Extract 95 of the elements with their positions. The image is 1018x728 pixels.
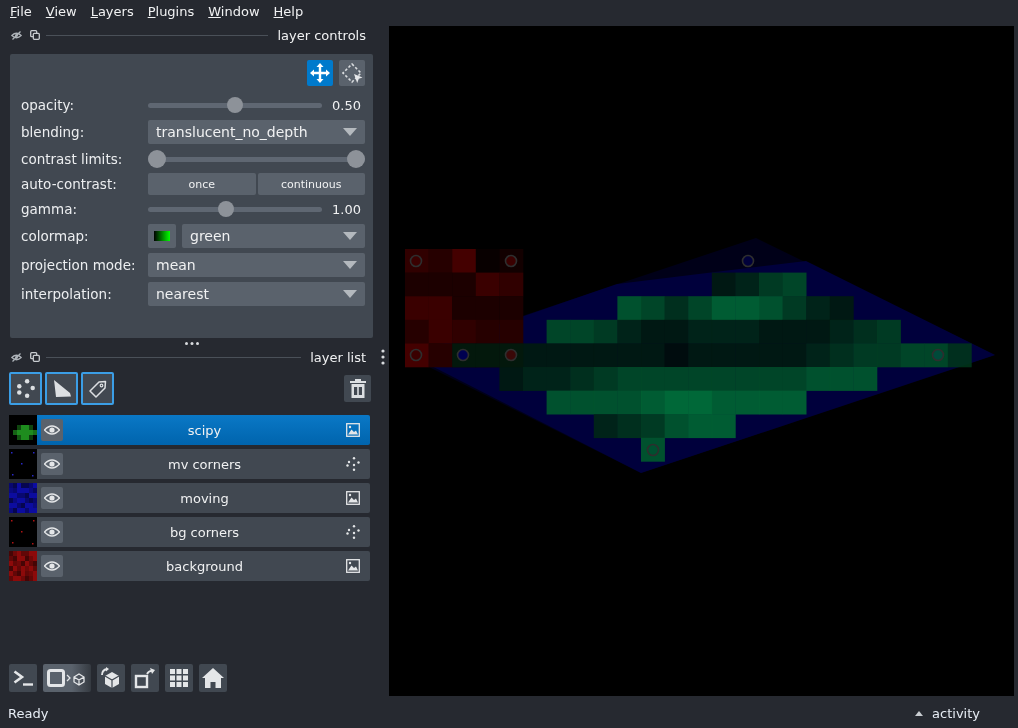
control-label: contrast limits:: [21, 150, 124, 169]
float-window-icon[interactable]: [30, 352, 40, 362]
dropdown[interactable]: nearest: [148, 282, 365, 306]
slider-handle[interactable]: [227, 97, 243, 113]
terminal-prompt-icon: [13, 670, 33, 686]
visibility-toggle[interactable]: [41, 453, 63, 475]
control-label: gamma:: [21, 200, 78, 219]
control-label: projection mode:: [21, 256, 137, 275]
scattered-dots-icon: [346, 525, 360, 539]
caret-up-icon: [915, 710, 924, 716]
new-shapes-button[interactable]: [45, 372, 78, 405]
menu-item[interactable]: Layers: [83, 3, 141, 21]
layer-name: moving: [179, 490, 230, 506]
menu-item[interactable]: View: [38, 3, 84, 21]
image-icon: [346, 559, 360, 573]
square-arrow-icon: [134, 667, 156, 689]
slider-value: 1.00: [331, 201, 362, 217]
dropdown[interactable]: mean: [148, 253, 365, 277]
square-to-cube-icon: [47, 669, 87, 687]
control-label: opacity:: [21, 96, 76, 115]
delete-button[interactable]: [344, 375, 371, 402]
layer-item[interactable]: bg corners: [9, 517, 370, 547]
cube-arrow-icon: [100, 667, 122, 689]
home-icon: [202, 668, 224, 688]
layer-name: scipy: [186, 422, 223, 438]
option-button[interactable]: once: [148, 173, 256, 195]
caret-down-icon: [343, 261, 357, 269]
gradient-icon: [154, 231, 170, 241]
menu-item[interactable]: Window: [201, 3, 267, 21]
layer-name: mv corners: [166, 456, 243, 472]
polygon-icon: [52, 380, 71, 397]
layer-thumbnail: [9, 449, 37, 479]
transpose-button[interactable]: [131, 664, 159, 692]
eye-icon: [44, 425, 60, 435]
activity-toggle[interactable]: activity: [915, 705, 980, 721]
dots-icon: [16, 379, 35, 398]
transform-icon: [341, 62, 363, 84]
dropdown[interactable]: translucent_no_depth: [148, 120, 365, 144]
grid-view-button[interactable]: [165, 664, 193, 692]
dock-title: layer controls: [277, 27, 366, 43]
transform-button[interactable]: [339, 60, 365, 86]
layer-item[interactable]: moving: [9, 483, 370, 513]
colormap-swatch-button[interactable]: [148, 224, 176, 248]
caret-down-icon: [343, 290, 357, 298]
slider-handle[interactable]: [347, 150, 365, 168]
caret-down-icon: [343, 128, 357, 136]
console-button[interactable]: [9, 664, 37, 692]
eye-icon: [44, 561, 60, 571]
control-label: auto-contrast:: [21, 175, 118, 194]
scattered-dots-icon: [346, 457, 360, 471]
dropdown[interactable]: green: [182, 224, 365, 248]
trash-icon: [349, 379, 366, 398]
slider-handle[interactable]: [217, 201, 234, 217]
new-points-button[interactable]: [9, 372, 42, 405]
drag-handle-icon[interactable]: [184, 341, 199, 345]
tag-icon: [88, 379, 107, 398]
layer-thumbnail: [9, 483, 37, 513]
home-button[interactable]: [199, 664, 227, 692]
eye-slash-icon[interactable]: [11, 352, 22, 362]
control-label: colormap:: [21, 227, 90, 246]
toggle-3d-button[interactable]: [43, 664, 91, 692]
grid-icon: [170, 669, 188, 687]
eye-slash-icon[interactable]: [11, 30, 22, 40]
roll-dimensions-button[interactable]: [97, 664, 125, 692]
layer-thumbnail: [9, 551, 37, 581]
menu-item[interactable]: File: [3, 3, 39, 21]
move-arrows-icon: [310, 63, 330, 83]
visibility-toggle[interactable]: [41, 555, 63, 577]
layer-item[interactable]: background: [9, 551, 370, 581]
eye-icon: [44, 493, 60, 503]
float-window-icon[interactable]: [30, 30, 40, 40]
caret-down-icon: [343, 232, 357, 240]
visibility-toggle[interactable]: [41, 521, 63, 543]
new-labels-button[interactable]: [81, 372, 114, 405]
control-label: blending:: [21, 123, 86, 142]
vertical-dots-icon[interactable]: [381, 349, 385, 365]
menu-item[interactable]: Help: [266, 3, 311, 21]
visibility-toggle[interactable]: [41, 419, 63, 441]
menu-item[interactable]: Plugins: [140, 3, 202, 21]
eye-icon: [44, 459, 60, 469]
pan-zoom-button[interactable]: [307, 60, 333, 86]
layer-item[interactable]: mv corners: [9, 449, 370, 479]
image-icon: [346, 423, 360, 437]
layer-name: background: [165, 558, 244, 574]
status-message: Ready: [8, 705, 49, 721]
slider-handle[interactable]: [148, 150, 166, 168]
option-button[interactable]: continuous: [257, 173, 365, 195]
layer-name: bg corners: [168, 524, 241, 540]
control-label: interpolation:: [21, 285, 113, 304]
layer-thumbnail: [9, 517, 37, 547]
image-icon: [346, 491, 360, 505]
visibility-toggle[interactable]: [41, 487, 63, 509]
eye-icon: [44, 527, 60, 537]
slider-value: 0.50: [331, 97, 362, 113]
dock-title: layer list: [310, 349, 366, 365]
